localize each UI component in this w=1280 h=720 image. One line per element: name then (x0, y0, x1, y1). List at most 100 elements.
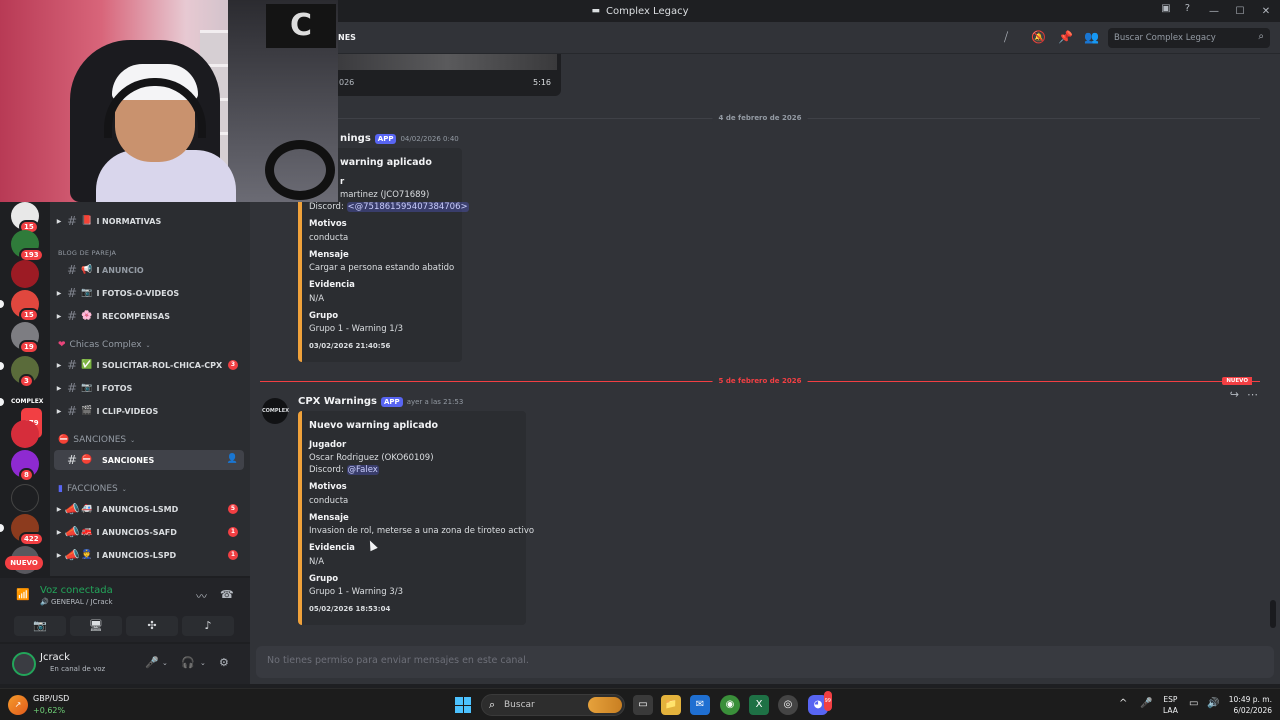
windows-start-button[interactable] (455, 697, 471, 713)
channel-emoji: ✅ (81, 360, 93, 370)
server-icon-complex[interactable]: COMPLEX279 (11, 388, 44, 440)
soundboard-button[interactable]: ♪ (182, 616, 234, 636)
channel-recompensas[interactable]: ▶ # 🌸 l RECOMPENSAS (54, 306, 244, 326)
avatar[interactable] (12, 652, 36, 676)
windows-taskbar: ↗ GBP/USD +0,62% ⌕ Buscar ▭ 📁 ✉ ◉ X ◎ ◕ 9… (0, 688, 1280, 720)
category-chicas-complex[interactable]: ❤ Chicas Complex ⌄ (58, 340, 151, 350)
discord-taskbar-icon[interactable]: ◕ 99 (808, 691, 832, 715)
category-sanciones[interactable]: ⛔ SANCIONES ⌄ (58, 435, 135, 445)
gear-icon[interactable]: ⚙ (219, 656, 229, 669)
channel-anuncios-lspd[interactable]: ▶ 📣 👮 l ANUNCIOS-LSPD 1 (54, 545, 244, 565)
headphones-icon[interactable]: 🎧 (181, 656, 195, 669)
language-indicator[interactable]: ESP LAA (1163, 694, 1178, 716)
screen-share-button[interactable]: 🖥 (70, 616, 122, 636)
channel-anuncios-safd[interactable]: ▶ 📣 🚒 l ANUNCIOS-SAFD 1 (54, 522, 244, 542)
message-timestamp: ayer a las 21:53 (406, 397, 464, 406)
hash-icon: # (66, 214, 78, 228)
taskbar-search[interactable]: ⌕ Buscar (481, 694, 625, 716)
author-name[interactable]: nings (340, 133, 371, 144)
channel-solicitar-rol-chica-cpx[interactable]: ▶ # ✅ l SOLICITAR-ROL-CHICA-CPX 3 (54, 355, 244, 375)
voice-status[interactable]: Voz conectada (40, 585, 113, 596)
members-icon[interactable]: 👥 (1084, 30, 1099, 44)
category-blog-de-pareja[interactable]: BLOG DE PAREJA (58, 249, 116, 257)
search-icon: ⌕ (1258, 31, 1264, 42)
file-explorer-icon[interactable]: 📁 (661, 695, 681, 715)
microphone-icon[interactable]: 🎤 (145, 656, 159, 669)
unread-pip (0, 524, 4, 532)
field-value-discord: Discord: @Falex (309, 465, 379, 475)
channel-anuncio[interactable]: # 📢 l ANUNCIO (54, 260, 244, 280)
signal-icon[interactable]: 📶 (16, 588, 30, 601)
server-icon[interactable] (11, 484, 39, 512)
add-member-icon[interactable]: 👤 (227, 454, 238, 464)
volume-icon[interactable]: 🔊 (1207, 698, 1219, 709)
hash-icon: # (66, 453, 78, 467)
search-input[interactable]: Buscar Complex Legacy ⌕ (1108, 28, 1270, 48)
activities-icon: ✣ (147, 619, 157, 632)
channel-fotos[interactable]: ▶ # 📷 l FOTOS (54, 378, 244, 398)
user-mention[interactable]: @Falex (346, 465, 379, 475)
scrollbar-thumb[interactable] (1270, 600, 1276, 628)
chrome-icon[interactable]: ◉ (720, 695, 740, 715)
video-embed[interactable]: 026 5:16 (333, 54, 561, 96)
channel-clip-videos[interactable]: ▶ # 🎬 l CLIP-VIDEOS (54, 401, 244, 421)
activities-button[interactable]: ✣ (126, 616, 178, 636)
voice-channel[interactable]: 🔊 GENERAL / JCrack (40, 598, 113, 606)
channel-sanciones[interactable]: # ⛔ SANCIONES 👤 (54, 450, 244, 470)
message-author[interactable]: nings APP 04/02/2026 0:40 (340, 133, 459, 144)
unread-arrow-icon: ▶ (56, 551, 62, 559)
channel-fotos-o-videos[interactable]: ▶ # 📷 l FOTOS-O-VIDEOS (54, 283, 244, 303)
widget-title[interactable]: GBP/USD (33, 694, 69, 703)
channel-normativas[interactable]: ▶ # 📕 l NORMATIVAS (54, 211, 244, 231)
disconnect-icon[interactable]: ☎ (220, 588, 234, 601)
bell-off-icon[interactable]: 🔕 (1031, 30, 1046, 44)
username[interactable]: Jcrack (40, 652, 70, 663)
channel-anuncios-lsmd[interactable]: ▶ 📣 🚑 l ANUNCIOS-LSMD 5 (54, 499, 244, 519)
channel-list: ▶ # 📕 l NORMATIVAS BLOG DE PAREJA # 📢 l … (50, 202, 250, 576)
excel-icon[interactable]: X (749, 695, 769, 715)
unread-arrow-icon: ▶ (56, 407, 62, 415)
forward-icon[interactable]: ↪ (1230, 388, 1239, 401)
tray-mic-icon[interactable]: 🎤 (1140, 698, 1152, 709)
minimize-button[interactable]: — (1208, 6, 1220, 17)
noise-suppression-icon[interactable]: 〰 (196, 588, 207, 604)
field-value: conducta (309, 496, 349, 506)
app-icon[interactable]: ◎ (778, 695, 798, 715)
server-icon[interactable]: 19 (11, 322, 39, 354)
server-badge: 8 (19, 468, 34, 482)
server-icon[interactable] (11, 260, 39, 288)
server-icon[interactable]: 15 (11, 202, 39, 234)
inbox-icon[interactable]: ▣ (1161, 3, 1170, 14)
tray-chevron-icon[interactable]: ^ (1119, 698, 1127, 709)
more-options-icon[interactable]: ⋯ (1247, 388, 1258, 401)
camera-off-button[interactable]: 📷 (14, 616, 66, 636)
close-button[interactable]: ✕ (1260, 6, 1272, 17)
maximize-button[interactable]: ☐ (1234, 6, 1246, 17)
server-icon[interactable]: 8 (11, 450, 39, 482)
author-name[interactable]: CPX Warnings (298, 396, 377, 407)
user-mention[interactable]: <@751861595407384706> (346, 202, 469, 212)
field-name: Grupo (309, 311, 339, 321)
pin-icon[interactable]: 📌 (1058, 30, 1073, 44)
author-avatar[interactable]: COMPLEX (262, 398, 289, 424)
help-icon[interactable]: ? (1185, 3, 1190, 14)
new-unread-pill[interactable]: NUEVO (5, 556, 43, 570)
embed-title: Nuevo warning aplicado (309, 420, 439, 431)
system-clock[interactable]: 10:49 p. m. 6/02/2026 (1226, 694, 1272, 716)
server-icon[interactable]: 193 (11, 230, 44, 262)
server-badge: 422 (19, 532, 44, 546)
server-icon[interactable]: 3 (11, 356, 39, 388)
network-icon[interactable]: ▭ (1189, 698, 1198, 709)
threads-icon[interactable]: ⧸ (1004, 30, 1008, 45)
chevron-down-icon[interactable]: ⌄ (200, 659, 206, 667)
server-icon[interactable]: 422 (11, 514, 44, 546)
category-facciones[interactable]: ▮ FACCIONES ⌄ (58, 484, 127, 494)
message-author[interactable]: CPX Warnings APP ayer a las 21:53 (298, 396, 463, 407)
server-icon[interactable] (11, 420, 39, 448)
task-view-icon[interactable]: ▭ (633, 695, 653, 715)
outlook-icon[interactable]: ✉ (690, 695, 710, 715)
chevron-down-icon: ⌄ (145, 341, 151, 349)
chevron-down-icon[interactable]: ⌄ (162, 659, 168, 667)
server-icon[interactable]: 15 (11, 290, 39, 322)
widget-icon[interactable]: ↗ (8, 695, 28, 715)
